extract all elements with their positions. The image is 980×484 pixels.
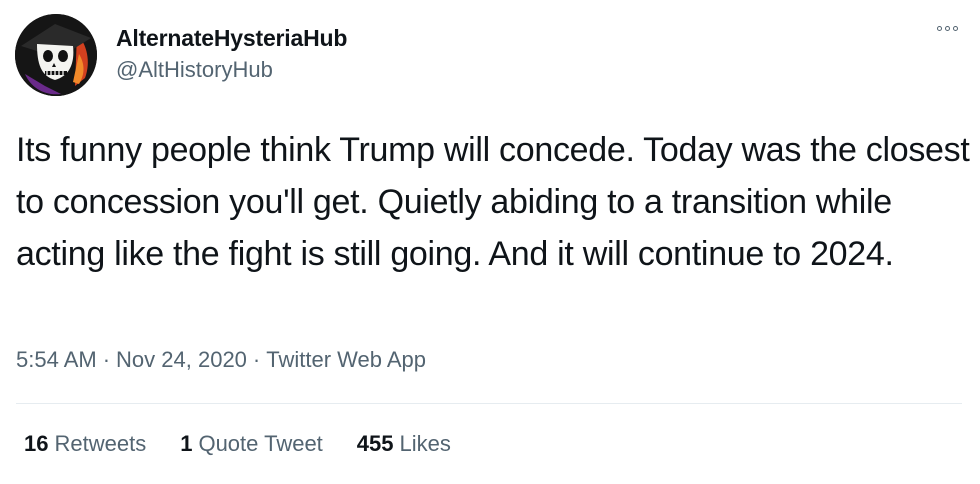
user-info: AlternateHysteriaHub @AltHistoryHub xyxy=(116,24,347,84)
display-name[interactable]: AlternateHysteriaHub xyxy=(116,24,347,52)
more-dot-icon xyxy=(937,26,942,31)
likes-count: 455 xyxy=(356,431,394,456)
tweet-timestamp-time[interactable]: 5:54 AM xyxy=(16,347,97,372)
user-handle[interactable]: @AltHistoryHub xyxy=(116,56,347,84)
retweets-label: Retweets xyxy=(54,431,147,456)
retweets-stat[interactable]: 16 Retweets xyxy=(24,429,146,459)
more-dot-icon xyxy=(945,26,950,31)
tweet-stats: 16 Retweets 1 Quote Tweet 455 Likes xyxy=(24,429,485,459)
more-options-button[interactable] xyxy=(937,26,958,31)
tweet-card: AlternateHysteriaHub @AltHistoryHub Its … xyxy=(0,0,980,484)
skull-avatar-icon[interactable] xyxy=(15,14,97,96)
separator-dot: · xyxy=(102,347,111,372)
quote-tweets-count: 1 xyxy=(180,431,193,456)
separator-dot: · xyxy=(252,347,261,372)
tweet-metadata: 5:54 AM · Nov 24, 2020 · Twitter Web App xyxy=(16,345,426,375)
tweet-source[interactable]: Twitter Web App xyxy=(266,347,426,372)
more-dot-icon xyxy=(953,26,958,31)
likes-label: Likes xyxy=(399,431,451,456)
divider xyxy=(16,403,962,404)
retweets-count: 16 xyxy=(24,431,49,456)
quote-tweets-stat[interactable]: 1 Quote Tweet xyxy=(180,429,323,459)
quote-tweets-label: Quote Tweet xyxy=(198,431,323,456)
likes-stat[interactable]: 455 Likes xyxy=(357,429,451,459)
tweet-text: Its funny people think Trump will conced… xyxy=(16,131,970,273)
tweet-timestamp-date[interactable]: Nov 24, 2020 xyxy=(116,347,247,372)
